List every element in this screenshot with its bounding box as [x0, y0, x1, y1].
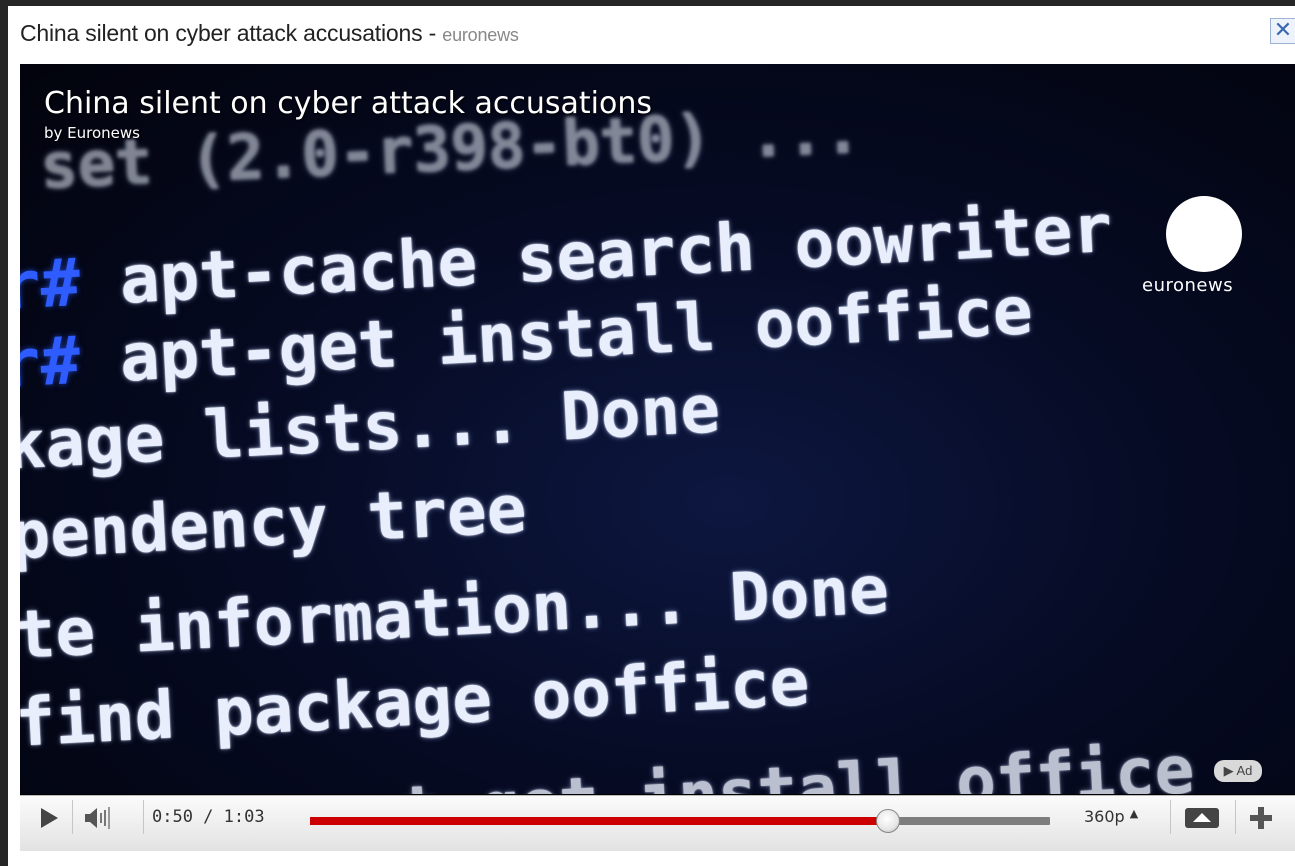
terminal-line: pendency tree — [20, 470, 529, 575]
ad-badge[interactable]: ▶ Ad — [1214, 760, 1262, 782]
video-dialog: China silent on cyber attack accusations… — [8, 6, 1295, 866]
euronews-logo-icon — [1166, 196, 1242, 272]
dialog-title: China silent on cyber attack accusations… — [20, 20, 519, 47]
progress-played — [310, 817, 888, 825]
video-overlay-title: China silent on cyber attack accusations — [44, 86, 653, 121]
volume-icon — [85, 807, 110, 829]
video-player[interactable]: set (2.0-r398-bt0) ... r# apt-cache sear… — [20, 64, 1295, 851]
video-frame[interactable]: set (2.0-r398-bt0) ... r# apt-cache sear… — [20, 64, 1295, 794]
quality-selector[interactable]: 360p ▲ — [1084, 807, 1138, 826]
dialog-titlebar: China silent on cyber attack accusations… — [8, 6, 1295, 63]
expand-icon — [1250, 807, 1272, 829]
close-icon: ✕ — [1273, 18, 1293, 43]
volume-button[interactable] — [77, 802, 147, 834]
source-name: euronews — [442, 25, 519, 45]
player-controls: 0:50 / 1:03 360p ▲ — [20, 795, 1295, 851]
expand-button[interactable] — [1247, 804, 1275, 832]
terminal-line: t-get install office — [398, 731, 1197, 794]
progress-bar[interactable] — [310, 809, 1050, 833]
time-display: 0:50 / 1:03 — [152, 807, 265, 827]
close-button[interactable]: ✕ — [1270, 18, 1295, 44]
control-divider — [143, 800, 144, 834]
video-overlay-byline: by Euronews — [44, 124, 140, 142]
title-separator: - — [428, 20, 437, 46]
control-divider — [1235, 800, 1236, 834]
caret-up-icon: ▲ — [1129, 807, 1139, 820]
play-button[interactable] — [30, 801, 66, 835]
play-icon — [41, 808, 58, 828]
quality-label: 360p — [1084, 807, 1125, 826]
control-divider — [1170, 800, 1171, 834]
control-divider — [72, 800, 73, 834]
screen-size-button[interactable] — [1181, 804, 1223, 832]
video-title: China silent on cyber attack accusations — [20, 20, 423, 46]
euronews-logo-text: euronews — [1142, 275, 1234, 296]
progress-scrubber[interactable] — [875, 809, 900, 833]
screen-size-icon — [1185, 808, 1219, 828]
